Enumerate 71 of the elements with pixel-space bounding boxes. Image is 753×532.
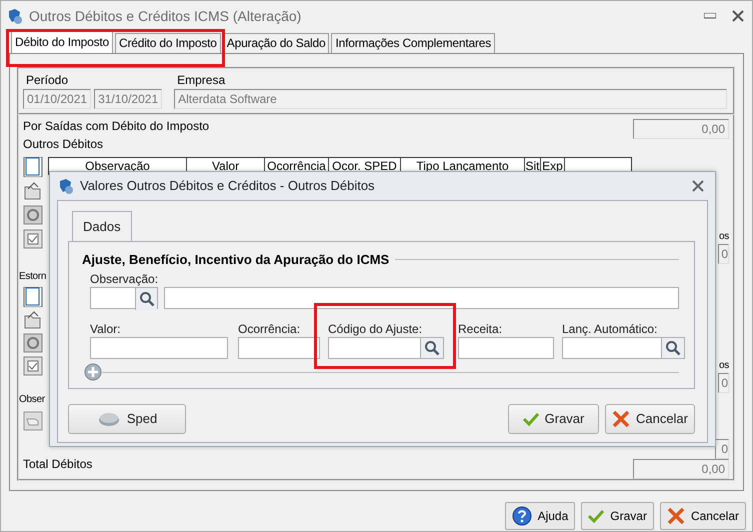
field-label: Ocorrência: [238,322,302,336]
lookup-button[interactable] [421,337,444,359]
folder-icon[interactable] [23,310,43,330]
sped-button[interactable]: Sped [68,404,186,434]
value-field: 0 [718,244,729,264]
value-field: 0 [718,373,729,393]
lookup-button[interactable] [662,337,685,359]
search-icon [138,291,154,307]
check-icon [522,412,539,426]
close-icon [732,10,744,22]
add-button[interactable] [84,363,102,381]
lookup-button[interactable] [135,288,157,310]
field-label: Receita: [458,322,504,336]
field-label: Valor: [90,322,122,336]
close-icon [692,180,704,192]
observation-field[interactable] [164,287,679,309]
folder-icon[interactable] [23,181,43,201]
input-field[interactable] [238,337,320,359]
help-icon [512,506,532,526]
tab[interactable]: Crédito do Imposto [115,33,221,53]
app-icon [58,178,74,194]
total-field: 0,00 [633,119,729,139]
input-field[interactable] [562,337,662,359]
new-document-icon[interactable] [23,157,43,177]
new-document-icon[interactable] [23,287,43,307]
tab[interactable]: Dados [72,211,132,240]
code-field[interactable] [90,287,158,309]
field-label: Empresa [176,72,226,89]
date-field[interactable]: 01/10/2021 [23,89,92,109]
input-field[interactable] [328,337,421,359]
input-field[interactable] [458,337,554,359]
save-button[interactable]: Gravar [581,502,654,530]
tab[interactable]: Informações Complementares [331,33,496,53]
cancel-button[interactable]: Cancelar [605,404,695,434]
window-title: Outros Débitos e Créditos ICMS (Alteração) [29,6,302,26]
date-field[interactable]: 31/10/2021 [94,89,162,109]
search-icon [424,340,440,356]
section-label: os [719,359,729,373]
input-field[interactable] [90,337,228,359]
value-field: 0 [715,439,729,459]
search-icon [665,340,681,356]
checklist-icon[interactable] [23,229,43,249]
field-label: Código do Ajuste: [328,322,424,336]
close-icon [666,507,685,525]
company-field[interactable]: Alterdata Software [174,89,727,109]
total-label: Total Débitos [23,456,94,473]
total-field: 0,00 [633,459,729,479]
field-label: Lanç. Automático: [562,322,658,336]
section-label: Por Saídas com Débito do Imposto [23,118,210,135]
field-label: Período [25,72,70,89]
section-label: Obser [19,393,45,407]
section-label: os [719,230,729,244]
disc-icon [96,410,121,426]
refresh-icon[interactable] [23,333,43,353]
group-title: Ajuste, Benefício, Incentivo da Apuração do ICMS [82,250,390,269]
tab[interactable]: Apuração do Saldo [222,33,330,53]
close-icon [612,410,630,428]
field-label: Observação: [90,272,160,286]
app-icon [7,8,23,24]
refresh-icon[interactable] [23,205,43,225]
section-label: Estorn [19,270,45,284]
help-button[interactable]: Ajuda [504,502,576,530]
tab[interactable]: Débito do Imposto [11,31,113,53]
section-label: Outros Débitos [23,136,104,153]
minimize-icon [704,13,716,19]
dialog-title: Valores Outros Débitos e Créditos - Outros Débitos [80,177,375,196]
check-icon [588,509,604,523]
save-button[interactable]: Gravar [508,404,599,434]
checklist-icon[interactable] [23,356,43,376]
cancel-button[interactable]: Cancelar [660,502,746,530]
plus-icon [84,363,102,381]
